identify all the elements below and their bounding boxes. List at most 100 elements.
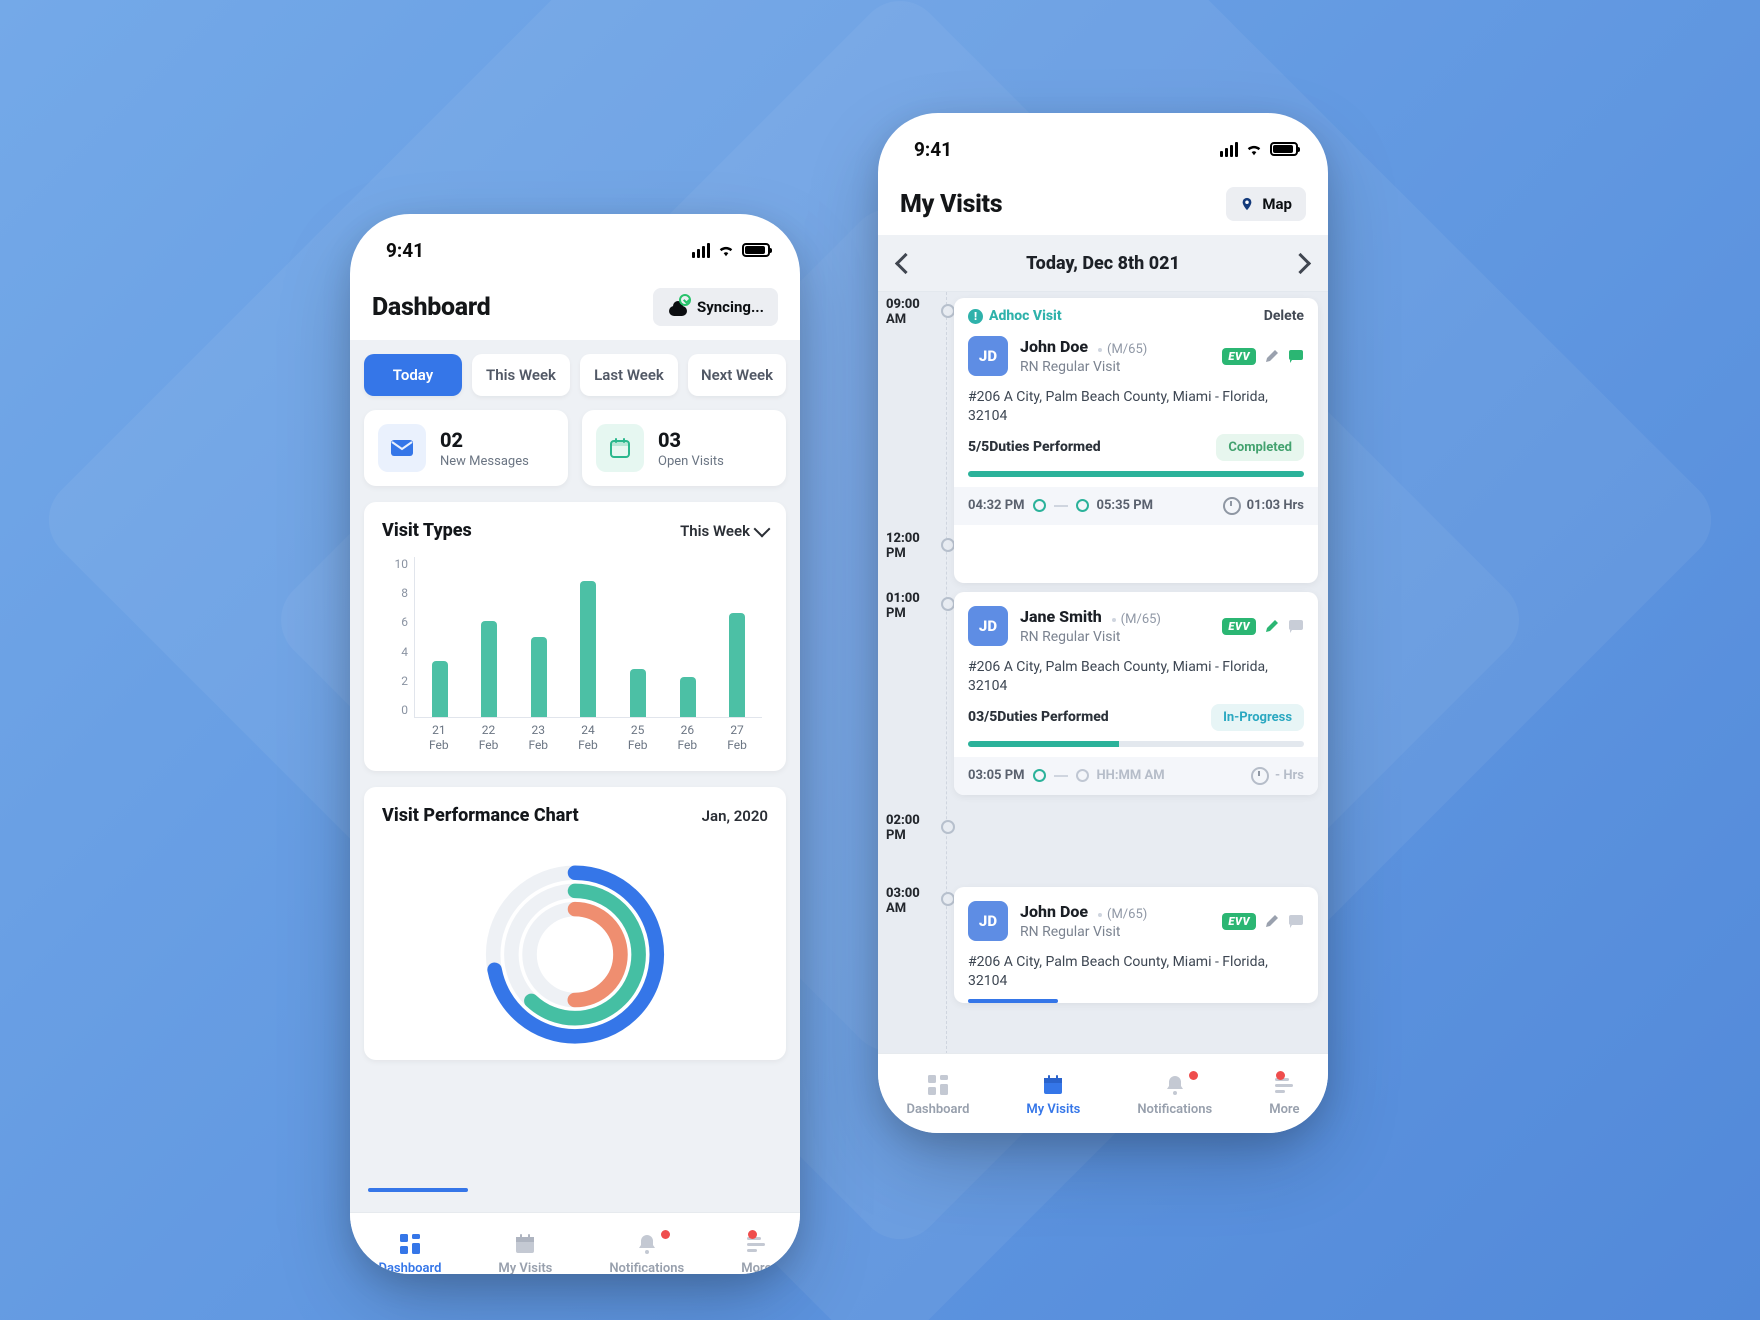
patient-meta: (M/65) (1098, 907, 1147, 922)
date-navigator: Today, Dec 8th 021 (878, 235, 1328, 292)
visit-performance-period: Jan, 2020 (702, 807, 768, 825)
chevron-down-icon (754, 520, 771, 537)
visit-type: RN Regular Visit (1020, 359, 1147, 375)
visit-address: #206 A City, Palm Beach County, Miami - … (954, 378, 1318, 434)
visit-address: #206 A City, Palm Beach County, Miami - … (954, 648, 1318, 704)
nav-my-visits[interactable]: My Visits (1026, 1073, 1080, 1117)
info-icon: ! (968, 309, 983, 324)
chat-icon[interactable] (1288, 913, 1304, 929)
visit-card[interactable]: JD Jane Smith (M/65) RN Regular Visit EV… (954, 592, 1318, 795)
edit-icon[interactable] (1264, 913, 1280, 929)
signal-icon (1220, 142, 1238, 157)
adhoc-visit-label: Adhoc Visit (989, 308, 1062, 324)
tab-today[interactable]: Today (364, 354, 462, 396)
sync-label: Syncing... (697, 298, 764, 316)
nav-more[interactable]: More (741, 1232, 771, 1274)
new-messages-value: 02 (440, 428, 529, 452)
bell-icon (635, 1232, 659, 1256)
open-visits-value: 03 (658, 428, 724, 452)
duties-progress (968, 471, 1304, 477)
nav-dashboard[interactable]: Dashboard (378, 1232, 441, 1274)
cloud-sync-icon (667, 296, 689, 318)
visit-performance-title: Visit Performance Chart (382, 805, 579, 826)
new-messages-label: New Messages (440, 454, 529, 469)
current-date: Today, Dec 8th 021 (1026, 253, 1180, 274)
wifi-icon (1244, 142, 1264, 156)
envelope-icon (378, 424, 426, 472)
prev-day-button[interactable] (895, 252, 916, 273)
dashboard-icon (926, 1073, 950, 1097)
status-time: 9:41 (386, 239, 424, 262)
nav-active-indicator (368, 1188, 468, 1192)
visit-address: #206 A City, Palm Beach County, Miami - … (954, 943, 1318, 999)
evv-badge: EVV (1222, 618, 1256, 635)
duties-performed: 5/5Duties Performed (968, 439, 1101, 455)
open-visits-card[interactable]: 03 Open Visits (582, 410, 786, 486)
patient-avatar: JD (968, 901, 1008, 941)
tab-this-week[interactable]: This Week (472, 354, 570, 396)
visit-timestamps: 03:05 PM HH:MM AM - Hrs (954, 757, 1318, 795)
visit-type: RN Regular Visit (1020, 924, 1147, 940)
bell-icon (1163, 1073, 1187, 1097)
edit-icon[interactable] (1264, 618, 1280, 634)
map-pin-icon (1240, 197, 1254, 211)
chat-icon[interactable] (1288, 618, 1304, 634)
nav-my-visits[interactable]: My Visits (498, 1232, 552, 1274)
evv-badge: EVV (1222, 348, 1256, 365)
tab-last-week[interactable]: Last Week (580, 354, 678, 396)
battery-icon (742, 243, 770, 257)
visit-types-chart: 1086420 21Feb22Feb23Feb24Feb25Feb26Feb27… (382, 557, 768, 757)
visits-timeline[interactable]: 09:00AM12:00PM01:00PM02:00PM03:00AM ! Ad… (878, 292, 1328, 1053)
visit-card[interactable]: ! Adhoc Visit Delete JD John Doe (M/65) … (954, 298, 1318, 583)
sync-status-chip[interactable]: Syncing... (653, 288, 778, 326)
patient-avatar: JD (968, 606, 1008, 646)
phone-dashboard: 9:41 Dashboard Syncing... Today This Wee… (350, 214, 800, 1274)
visit-type: RN Regular Visit (1020, 629, 1161, 645)
nav-more[interactable]: More (1269, 1073, 1299, 1117)
open-visits-label: Open Visits (658, 454, 724, 469)
date-range-tabs: Today This Week Last Week Next Week (364, 354, 786, 396)
duties-performed: 03/5Duties Performed (968, 709, 1109, 725)
tab-next-week[interactable]: Next Week (688, 354, 786, 396)
status-icons (692, 243, 770, 258)
calendar-nav-icon (513, 1232, 537, 1256)
new-messages-card[interactable]: 02 New Messages (364, 410, 568, 486)
patient-avatar: JD (968, 336, 1008, 376)
status-badge: Completed (1216, 434, 1304, 461)
status-icons (1220, 142, 1298, 157)
edit-icon[interactable] (1264, 348, 1280, 364)
visit-performance-card: Visit Performance Chart Jan, 2020 (364, 787, 786, 1060)
active-visit-indicator (968, 999, 1058, 1003)
status-bar: 9:41 (350, 214, 800, 278)
chat-icon[interactable] (1288, 348, 1304, 364)
bottom-nav: Dashboard My Visits Notifications More (350, 1212, 800, 1274)
bottom-nav: Dashboard My Visits Notifications More (878, 1053, 1328, 1133)
patient-meta: (M/65) (1112, 612, 1161, 627)
evv-badge: EVV (1222, 913, 1256, 930)
clock-icon (1223, 497, 1241, 515)
page-title: My Visits (900, 190, 1002, 219)
battery-icon (1270, 142, 1298, 156)
clock-icon (1251, 767, 1269, 785)
visit-card[interactable]: JD John Doe (M/65) RN Regular Visit EVV … (954, 887, 1318, 1003)
calendar-nav-icon (1041, 1073, 1065, 1097)
visit-types-range-select[interactable]: This Week (680, 522, 768, 540)
notification-dot-icon (1189, 1071, 1198, 1080)
phone-my-visits: 9:41 My Visits Map Today, Dec 8th 021 09… (878, 113, 1328, 1133)
page-title: Dashboard (372, 293, 490, 322)
visit-types-card: Visit Types This Week 1086420 21Feb22Feb… (364, 502, 786, 771)
status-bar: 9:41 (878, 113, 1328, 177)
patient-meta: (M/65) (1098, 342, 1147, 357)
wifi-icon (716, 243, 736, 257)
patient-name: John Doe (1020, 337, 1088, 356)
next-day-button[interactable] (1290, 252, 1311, 273)
visit-performance-radial (465, 850, 685, 1050)
status-badge: In-Progress (1211, 704, 1304, 731)
nav-notifications[interactable]: Notifications (609, 1232, 684, 1274)
signal-icon (692, 243, 710, 258)
nav-dashboard[interactable]: Dashboard (906, 1073, 969, 1117)
visit-types-title: Visit Types (382, 520, 472, 541)
nav-notifications[interactable]: Notifications (1137, 1073, 1212, 1117)
delete-visit-button[interactable]: Delete (1264, 308, 1304, 324)
map-button[interactable]: Map (1226, 187, 1306, 221)
